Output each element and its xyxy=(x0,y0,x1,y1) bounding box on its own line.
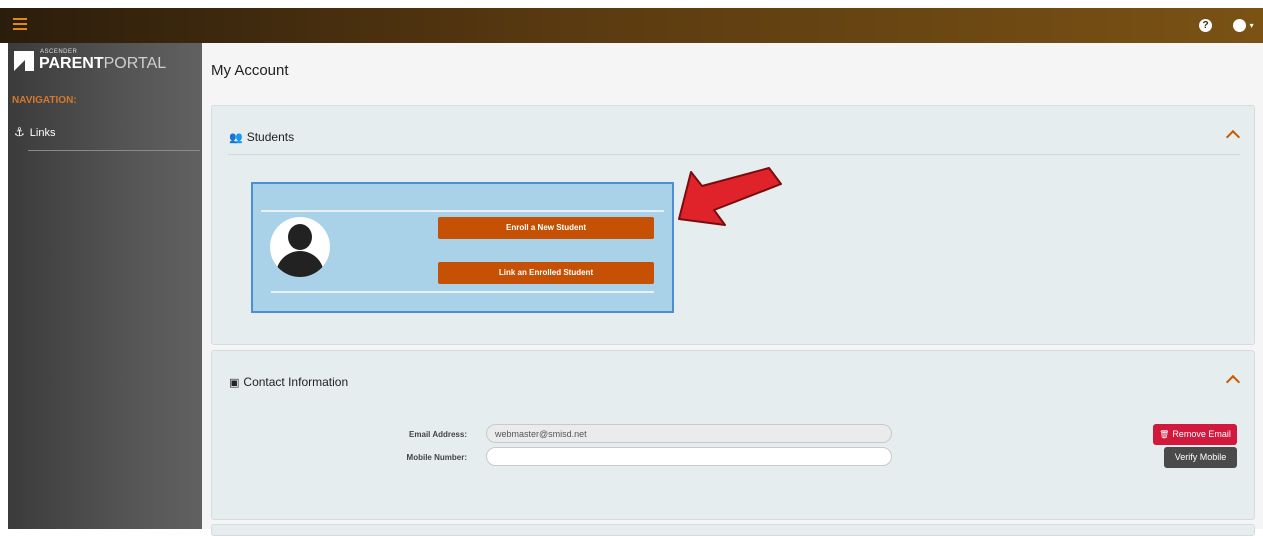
chevron-down-icon: ▾ xyxy=(1249,21,1254,31)
remove-email-button[interactable]: 🗑 Remove Email xyxy=(1153,424,1237,445)
red-arrow-icon xyxy=(678,167,782,226)
sidebar-item-links[interactable]: ⚓ Links xyxy=(14,125,55,139)
divider xyxy=(228,154,1240,155)
chevron-up-icon[interactable] xyxy=(1225,374,1241,390)
trash-icon: 🗑 xyxy=(1159,430,1170,439)
chevron-up-icon[interactable] xyxy=(1225,129,1241,145)
anchor-icon: ⚓ xyxy=(14,125,25,139)
email-field[interactable]: webmaster@smisd.net xyxy=(486,424,892,443)
user-circle-icon xyxy=(1233,19,1246,33)
next-panel xyxy=(211,524,1255,536)
student-card: Enroll a New Student Link an Enrolled St… xyxy=(251,182,674,313)
sidebar: ASCENDER PARENTPORTAL NAVIGATION: ⚓ Links xyxy=(8,43,202,529)
link-enrolled-student-button[interactable]: Link an Enrolled Student xyxy=(438,262,654,284)
page-title: My Account xyxy=(211,62,289,79)
question-icon[interactable]: ? xyxy=(1199,19,1212,32)
main-content: My Account 👥 Students Enroll a New Studen… xyxy=(202,43,1263,536)
divider xyxy=(261,210,664,212)
email-label: Email Address: xyxy=(409,430,467,439)
users-icon: 👥 xyxy=(229,132,243,144)
user-menu[interactable]: ▾ xyxy=(1233,17,1254,33)
contact-panel: ▣ Contact Information Email Address: webm… xyxy=(211,350,1255,520)
logo-text: PARENTPORTAL xyxy=(39,55,167,72)
contact-header: ▣ Contact Information xyxy=(229,375,349,389)
sidebar-item-label: Links xyxy=(29,127,56,139)
mobile-label: Mobile Number: xyxy=(406,453,467,462)
nav-title: NAVIGATION: xyxy=(12,95,77,106)
verify-mobile-button[interactable]: Verify Mobile xyxy=(1164,447,1237,468)
avatar xyxy=(270,217,330,277)
top-bar: ? ▾ xyxy=(0,8,1263,43)
nav-divider xyxy=(28,150,200,151)
enroll-new-student-button[interactable]: Enroll a New Student xyxy=(438,217,654,239)
mobile-field[interactable] xyxy=(486,447,892,466)
hamburger-menu-icon[interactable] xyxy=(13,18,27,32)
divider xyxy=(271,291,654,293)
students-header: 👥 Students xyxy=(229,130,295,144)
contact-card-icon: ▣ xyxy=(229,377,240,389)
logo-mark-icon xyxy=(14,51,34,71)
